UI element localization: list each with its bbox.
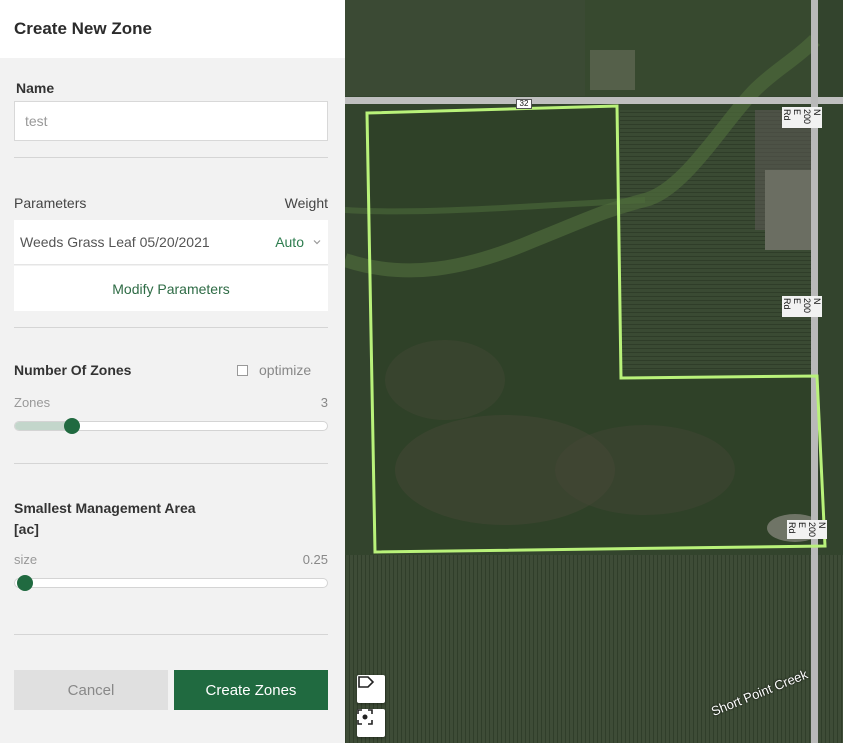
zones-title: Number Of Zones — [14, 362, 132, 378]
road-label: N 200 E Rd — [782, 296, 822, 317]
fit-bounds-button[interactable] — [357, 709, 385, 737]
road-label: N 200 E Rd — [782, 107, 822, 128]
divider — [14, 157, 328, 158]
name-label: Name — [16, 80, 55, 96]
size-slider[interactable] — [14, 575, 328, 591]
panel-title: Create New Zone — [14, 19, 152, 38]
zones-slider-label: Zones — [14, 395, 51, 410]
label-toggle-button[interactable] — [357, 675, 385, 703]
create-zone-panel: Create New Zone Name Parameters Weight W… — [0, 0, 345, 743]
fit-bounds-icon — [357, 709, 373, 725]
weight-value: Auto — [275, 234, 304, 250]
optimize-checkbox[interactable] — [237, 364, 248, 376]
map-imagery — [345, 0, 843, 743]
label-icon — [358, 676, 375, 688]
sma-title-line2: [ac] — [14, 521, 39, 537]
zones-slider-thumb[interactable] — [64, 418, 81, 434]
divider — [14, 634, 328, 635]
modify-parameters-button[interactable]: Modify Parameters — [14, 266, 328, 311]
satellite-map[interactable]: 32 N 200 E Rd N 200 E Rd N 200 E Rd Shor… — [345, 0, 843, 743]
size-slider-label: size — [14, 552, 38, 567]
name-input[interactable] — [14, 101, 328, 141]
weight-select[interactable]: Auto — [275, 234, 322, 250]
chevron-down-icon — [313, 240, 321, 245]
zones-slider[interactable] — [14, 418, 328, 434]
sma-title: Smallest Management Area [ac] — [14, 498, 196, 540]
zones-slider-value: 3 — [320, 395, 328, 410]
cancel-button[interactable]: Cancel — [14, 670, 168, 710]
create-zones-button[interactable]: Create Zones — [174, 670, 328, 710]
road-label: N 200 E Rd — [787, 520, 827, 540]
panel-header: Create New Zone — [0, 0, 345, 58]
parameters-label: Parameters — [14, 195, 87, 211]
sma-title-line1: Smallest Management Area — [14, 500, 196, 516]
route-shield: 32 — [516, 99, 532, 109]
optimize-label: optimize — [259, 362, 312, 378]
parameter-name: Weeds Grass Leaf 05/20/2021 — [20, 234, 210, 250]
divider — [14, 327, 328, 328]
size-slider-value: 0.25 — [302, 552, 328, 567]
divider — [14, 463, 328, 464]
optimize-toggle[interactable]: optimize — [237, 362, 311, 378]
weight-label: Weight — [284, 195, 328, 211]
size-slider-thumb[interactable] — [17, 575, 33, 591]
parameter-row: Weeds Grass Leaf 05/20/2021 Auto — [14, 220, 328, 265]
